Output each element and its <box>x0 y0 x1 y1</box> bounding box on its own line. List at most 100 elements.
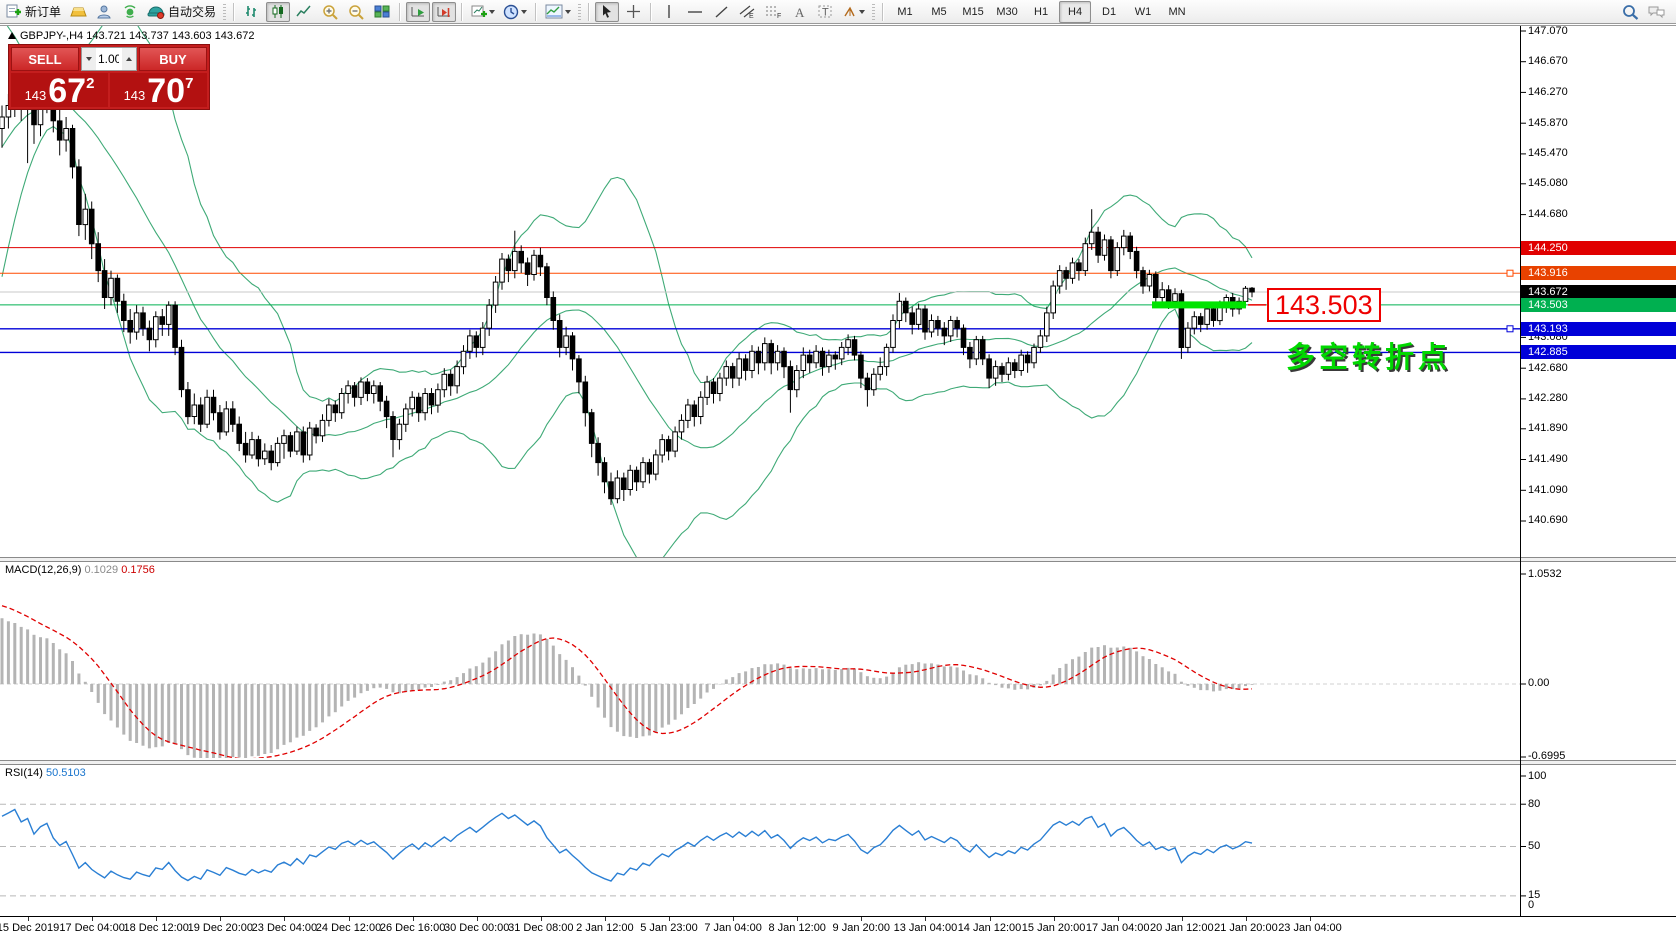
macd-name: MACD(12,26,9) <box>5 564 81 576</box>
timeframe-M5[interactable]: M5 <box>923 1 955 23</box>
dropdown-caret <box>489 10 495 14</box>
macd-scale-label: 1.0532 <box>1528 568 1562 580</box>
time-label: 9 Jan 20:00 <box>833 922 891 934</box>
time-label: 24 Dec 12:00 <box>316 922 381 934</box>
timeframe-D1[interactable]: D1 <box>1093 1 1125 23</box>
buy-price-figure: 143 <box>124 88 146 103</box>
time-tick <box>1246 917 1247 921</box>
caret-up-icon <box>126 57 132 61</box>
time-tick <box>605 917 606 921</box>
search-icon[interactable] <box>1618 2 1642 22</box>
sell-button[interactable]: SELL <box>11 47 79 71</box>
time-label: 7 Jan 04:00 <box>704 922 762 934</box>
timeframe-W1[interactable]: W1 <box>1127 1 1159 23</box>
timeframe-M1[interactable]: M1 <box>889 1 921 23</box>
new-order-label: 新订单 <box>25 3 61 20</box>
buy-price-point: 7 <box>185 75 193 92</box>
toolbar-separator <box>650 3 652 21</box>
line-chart-button[interactable] <box>292 2 316 22</box>
rsi-value: 50.5103 <box>46 767 86 779</box>
timeframe-MN[interactable]: MN <box>1161 1 1193 23</box>
time-label: 21 Jan 20:00 <box>1214 922 1278 934</box>
price-axis[interactable]: 147.070146.670146.270145.870145.470145.0… <box>1521 25 1676 917</box>
horizontal-line-tool-button[interactable] <box>683 2 707 22</box>
templates-button[interactable] <box>542 2 574 22</box>
text-tool-button[interactable]: A <box>787 2 811 22</box>
time-tick <box>541 917 542 921</box>
turning-point-annotation: 多空转折点 <box>1286 334 1451 376</box>
zoom-out-button[interactable] <box>344 2 368 22</box>
equidistant-channel-tool-button[interactable]: E <box>735 2 759 22</box>
macd-scale-label: 0.00 <box>1528 677 1549 689</box>
sell-price-figure: 143 <box>25 88 47 103</box>
zoom-in-button[interactable] <box>318 2 342 22</box>
price-tick-label: 146.670 <box>1528 55 1568 67</box>
symbol-collapse-icon[interactable] <box>8 32 16 39</box>
chat-icon[interactable] <box>1644 2 1669 22</box>
crosshair-tool-button[interactable] <box>621 2 645 22</box>
mt4-terminal: 新订单 自动交易 E F A T <box>0 0 1676 947</box>
support-highlight-segment[interactable] <box>1152 301 1246 308</box>
support-price-label[interactable]: 143.503 <box>1267 288 1381 322</box>
price-tick-label: 142.280 <box>1528 392 1568 404</box>
dropdown-caret <box>565 10 571 14</box>
cursor-tool-button[interactable] <box>595 2 619 22</box>
price-chart[interactable] <box>0 25 1676 947</box>
signal-button[interactable] <box>118 2 142 22</box>
time-label: 5 Jan 23:00 <box>640 922 698 934</box>
arrows-tool-button[interactable] <box>839 2 868 22</box>
timeframe-M15[interactable]: M15 <box>957 1 989 23</box>
time-tick <box>669 917 670 921</box>
time-label: 30 Dec 00:00 <box>444 922 509 934</box>
buy-price-pips: 70 <box>147 76 185 106</box>
periodicity-button[interactable] <box>500 2 530 22</box>
chart-shift-button[interactable] <box>432 2 456 22</box>
bar-chart-button[interactable] <box>240 2 264 22</box>
tile-windows-button[interactable] <box>370 2 394 22</box>
autotrading-button[interactable]: 自动交易 <box>144 2 219 22</box>
time-label: 17 Jan 04:00 <box>1086 922 1150 934</box>
toolbar-grip <box>872 4 875 20</box>
new-chart-button[interactable] <box>468 2 498 22</box>
timeframe-H1[interactable]: H1 <box>1025 1 1057 23</box>
time-label: 23 Jan 04:00 <box>1278 922 1342 934</box>
trendline-tool-button[interactable] <box>709 2 733 22</box>
price-tick-label: 144.680 <box>1528 208 1568 220</box>
time-tick <box>1310 917 1311 921</box>
toolbar-grip <box>578 4 581 20</box>
timeframe-M30[interactable]: M30 <box>991 1 1023 23</box>
buy-price-quote[interactable]: 143707 <box>110 73 207 107</box>
time-label: 20 Jan 12:00 <box>1150 922 1214 934</box>
vertical-line-tool-button[interactable] <box>657 2 681 22</box>
toolbar-separator <box>233 3 235 21</box>
text-label-tool-button[interactable]: T <box>813 2 837 22</box>
svg-text:E: E <box>749 13 754 19</box>
dropdown-caret <box>521 10 527 14</box>
price-level-badge: 143.916 <box>1521 266 1676 280</box>
volume-increase-button[interactable] <box>122 48 136 70</box>
svg-text:A: A <box>795 5 805 19</box>
volume-input[interactable] <box>96 48 122 70</box>
fibonacci-tool-button[interactable]: F <box>761 2 785 22</box>
toolbar-separator <box>399 3 401 21</box>
time-label: 15 Dec 2019 <box>0 922 59 934</box>
macd-signal-value: 0.1756 <box>121 564 155 576</box>
time-tick <box>990 917 991 921</box>
time-tick <box>477 917 478 921</box>
timeframe-H4[interactable]: H4 <box>1059 1 1091 23</box>
symbol-ohlc-text: GBPJPY-,H4 143.721 143.737 143.603 143.6… <box>20 30 254 42</box>
time-axis[interactable]: 15 Dec 201917 Dec 04:0018 Dec 12:0019 De… <box>0 917 1676 947</box>
buy-button[interactable]: BUY <box>139 47 207 71</box>
sell-price-quote[interactable]: 143672 <box>11 73 108 107</box>
auto-scroll-button[interactable] <box>406 2 430 22</box>
autotrading-label: 自动交易 <box>168 3 216 20</box>
toolbar-separator <box>535 3 537 21</box>
gold-button[interactable] <box>66 2 90 22</box>
volume-decrease-button[interactable] <box>82 48 96 70</box>
rsi-scale-label: 80 <box>1528 798 1540 810</box>
profile-button[interactable] <box>92 2 116 22</box>
candlestick-chart-button[interactable] <box>266 2 290 22</box>
new-order-button[interactable]: 新订单 <box>3 2 64 22</box>
time-label: 19 Dec 20:00 <box>188 922 253 934</box>
symbol-header: GBPJPY-,H4 143.721 143.737 143.603 143.6… <box>8 30 254 42</box>
